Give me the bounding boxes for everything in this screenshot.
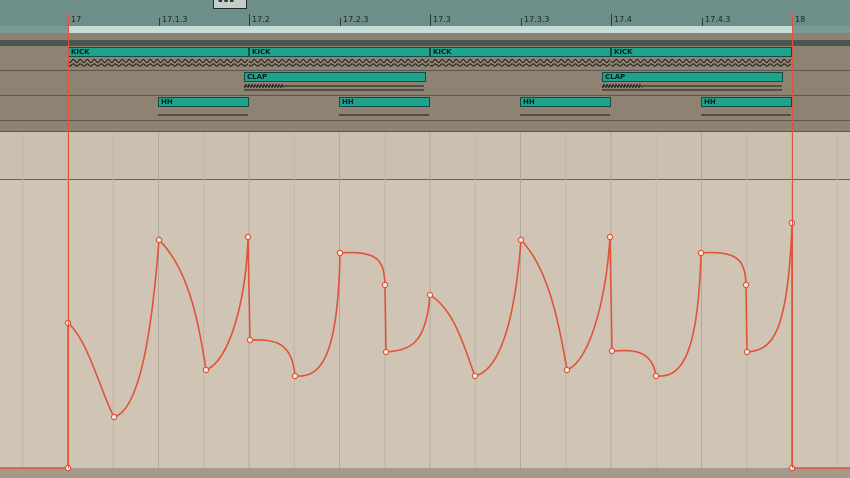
envelope-breakpoint[interactable] bbox=[742, 281, 750, 289]
envelope-breakpoint[interactable] bbox=[336, 249, 344, 257]
envelope-breakpoint[interactable] bbox=[426, 291, 434, 299]
envelope-breakpoint[interactable] bbox=[110, 413, 118, 421]
envelope-breakpoint[interactable] bbox=[563, 366, 571, 374]
envelope-breakpoint[interactable] bbox=[471, 372, 479, 380]
envelope-breakpoint[interactable] bbox=[202, 366, 210, 374]
envelope-breakpoint[interactable] bbox=[155, 236, 163, 244]
envelope-breakpoint[interactable] bbox=[652, 372, 660, 380]
loop-start-line bbox=[68, 14, 69, 468]
loop-end-line bbox=[792, 14, 793, 468]
envelope-breakpoint[interactable] bbox=[606, 233, 614, 241]
envelope-breakpoint[interactable] bbox=[244, 233, 252, 241]
automation-envelope[interactable] bbox=[0, 0, 850, 478]
arrangement-view: ▪▪▪ 17 17.1.3 17.2 17.2.3 17.3 17.3.3 17.4 17.4… bbox=[0, 0, 850, 478]
envelope-breakpoint[interactable] bbox=[382, 348, 390, 356]
envelope-breakpoint[interactable] bbox=[697, 249, 705, 257]
envelope-breakpoint[interactable] bbox=[743, 348, 751, 356]
envelope-curve bbox=[0, 222, 850, 469]
envelope-breakpoint[interactable] bbox=[608, 347, 616, 355]
envelope-breakpoint[interactable] bbox=[381, 281, 389, 289]
envelope-breakpoint[interactable] bbox=[517, 236, 525, 244]
envelope-breakpoint[interactable] bbox=[291, 372, 299, 380]
envelope-breakpoint[interactable] bbox=[246, 336, 254, 344]
